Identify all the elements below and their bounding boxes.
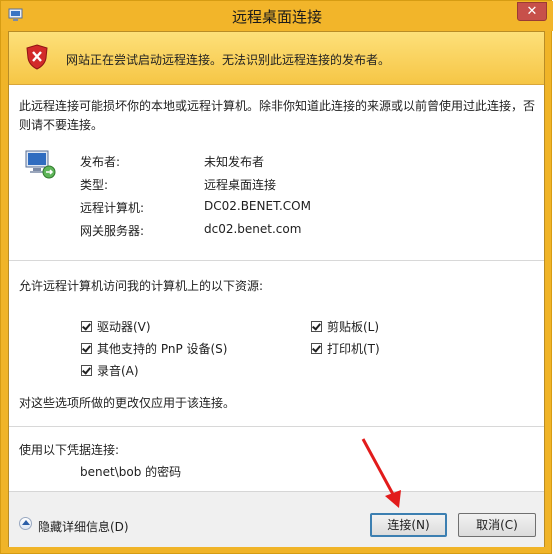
hide-details-link[interactable]: 隐藏详细信息(D) xyxy=(38,518,129,535)
resources-title: 允许远程计算机访问我的计算机上的以下资源: xyxy=(19,279,264,293)
remote-computer-label: 远程计算机: xyxy=(80,201,145,215)
checkbox-audio-recording-label: 录音(A) xyxy=(97,364,139,378)
checkbox-printers-label: 打印机(T) xyxy=(327,342,380,356)
publisher-label: 发布者: xyxy=(80,155,121,169)
warning-banner: 网站正在尝试启动远程连接。无法识别此远程连接的发布者。 xyxy=(9,32,544,85)
checkbox-drives-label: 驱动器(V) xyxy=(97,320,151,334)
gateway-server-value: dc02.benet.com xyxy=(204,222,302,236)
cancel-button[interactable]: 取消(C) xyxy=(458,513,536,537)
warning-description: 此远程连接可能损坏你的本地或远程计算机。除非你知道此连接的来源或以前曾使用过此连… xyxy=(19,99,536,132)
red-arrow-annotation xyxy=(361,438,401,508)
credentials-user: benet\bob 的密码 xyxy=(80,465,182,479)
type-label: 类型: xyxy=(80,178,109,192)
type-value: 远程桌面连接 xyxy=(204,178,277,192)
warning-text: 网站正在尝试启动远程连接。无法识别此远程连接的发布者。 xyxy=(66,53,391,67)
shield-error-icon xyxy=(26,44,48,70)
window-title: 远程桌面连接 xyxy=(231,8,322,26)
checkbox-checked-icon[interactable] xyxy=(81,365,92,376)
dialog-footer: 隐藏详细信息(D) 连接(N) 取消(C) xyxy=(9,491,544,547)
gateway-server-label: 网关服务器: xyxy=(80,224,145,238)
resources-note: 对这些选项所做的更改仅应用于该连接。 xyxy=(19,396,236,410)
checkbox-printers[interactable]: 打印机(T) xyxy=(311,340,380,357)
credentials-title: 使用以下凭据连接: xyxy=(19,443,120,457)
checkbox-pnp-devices[interactable]: 其他支持的 PnP 设备(S) xyxy=(81,340,227,357)
remote-computer-value: DC02.BENET.COM xyxy=(204,199,311,213)
dialog-window: 远程桌面连接 ✕ 网站正在尝试启动远程连接。无法识别此远程连接的发布者。 此远程… xyxy=(0,0,553,554)
divider xyxy=(9,426,544,427)
title-bar[interactable]: 远程桌面连接 ✕ xyxy=(1,1,553,31)
divider xyxy=(9,260,544,261)
checkbox-checked-icon[interactable] xyxy=(311,321,322,332)
checkbox-checked-icon[interactable] xyxy=(81,343,92,354)
remote-computer-icon xyxy=(25,150,56,179)
checkbox-checked-icon[interactable] xyxy=(81,321,92,332)
checkbox-clipboard[interactable]: 剪贴板(L) xyxy=(311,318,379,335)
close-button[interactable]: ✕ xyxy=(517,2,547,21)
publisher-value: 未知发布者 xyxy=(204,155,265,169)
dialog-body: 网站正在尝试启动远程连接。无法识别此远程连接的发布者。 此远程连接可能损坏你的本… xyxy=(8,31,545,547)
checkbox-checked-icon[interactable] xyxy=(311,343,322,354)
checkbox-clipboard-label: 剪贴板(L) xyxy=(327,320,380,334)
checkbox-drives[interactable]: 驱动器(V) xyxy=(81,318,151,335)
checkbox-pnp-devices-label: 其他支持的 PnP 设备(S) xyxy=(97,342,228,356)
checkbox-audio-recording[interactable]: 录音(A) xyxy=(81,362,139,379)
chevron-up-icon[interactable] xyxy=(19,517,32,530)
connect-button[interactable]: 连接(N) xyxy=(370,513,447,537)
